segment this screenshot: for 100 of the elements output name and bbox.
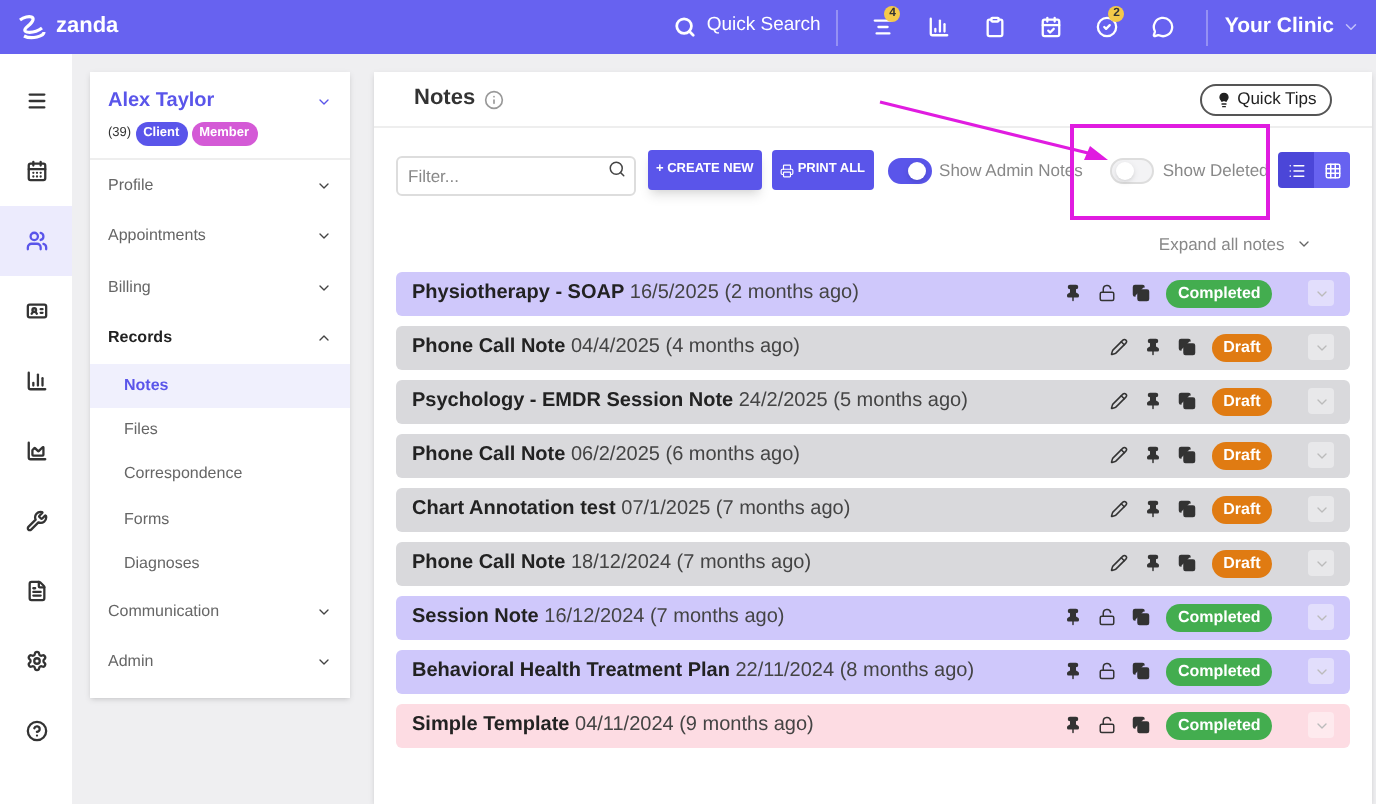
note-row[interactable]: Behavioral Health Treatment Plan 22/11/2024 (8 months ago) Completed [396,649,1351,694]
reports-icon[interactable] [927,16,950,38]
pencil-icon[interactable] [1109,392,1128,411]
unlock-icon[interactable] [1097,608,1116,627]
status-badge: Completed [1165,657,1273,686]
pencil-icon[interactable] [1109,446,1128,465]
info-icon[interactable] [483,89,504,109]
note-title: Phone Call Note 04/4/2025 (4 months ago) [412,334,800,363]
copy-icon[interactable] [1131,716,1150,735]
submenu-item[interactable]: Forms [90,497,350,542]
toggle-switch[interactable] [887,157,932,183]
calendar-icon [25,160,47,182]
view-button[interactable] [1278,152,1315,188]
note-row[interactable]: Phone Call Note 06/2/2025 (6 months ago) Draft [396,433,1351,478]
settings-icon [25,650,47,672]
unlock-icon[interactable] [1097,284,1116,303]
copy-icon[interactable] [1177,554,1196,573]
copy-icon[interactable] [1131,284,1150,303]
file-icon [25,580,47,602]
clipboard-icon[interactable] [983,16,1006,38]
search-icon[interactable] [608,160,626,178]
chat-icon[interactable] [1151,16,1174,38]
pin-icon[interactable] [1143,500,1162,519]
panel-title: Notes [414,84,476,115]
note-title: Simple Template 04/11/2024 (9 months ago) [412,712,814,741]
menu-label: Billing [108,275,151,299]
copy-icon[interactable] [1131,662,1150,681]
lightbulb-icon [1215,91,1232,107]
status-badge: Completed [1165,279,1273,308]
expand-all-link[interactable]: Expand all notes [1158,232,1285,258]
pin-icon[interactable] [1143,554,1162,573]
menu-label: Records [108,326,173,350]
submenu-item[interactable]: Correspondence [90,452,350,498]
list-icon [1287,161,1306,179]
menu-item[interactable]: Profile [90,159,350,211]
pin-icon[interactable] [1143,392,1162,411]
pin-icon[interactable] [1063,662,1082,681]
submenu-item[interactable]: Diagnoses [90,541,350,587]
caret-icon[interactable] [1342,18,1360,36]
menu-label: Profile [108,173,154,197]
copy-icon[interactable] [1177,392,1196,411]
status-badge: Completed [1165,711,1273,740]
note-row[interactable]: Physiotherapy - SOAP 16/5/2025 (2 months ago) Completed [396,271,1351,316]
note-row[interactable]: Session Note 16/12/2024 (7 months ago) Completed [396,595,1351,640]
card-icon [25,300,47,322]
copy-icon[interactable] [1131,608,1150,627]
client-name[interactable]: Alex Taylor [108,86,215,116]
pencil-icon[interactable] [1109,554,1128,573]
help-icon [25,720,47,742]
view-button[interactable] [1314,152,1351,188]
filter-field[interactable]: Filter... [396,156,636,196]
menu-label: Communication [108,599,220,624]
note-title: Chart Annotation test 07/1/2025 (7 months ago) [412,496,851,525]
pin-icon[interactable] [1063,608,1082,627]
unlock-icon[interactable] [1097,716,1116,735]
status-badge: Draft [1211,495,1273,524]
logo-icon [16,13,48,41]
chevron-icon [316,228,332,244]
menu-item[interactable]: Records [90,312,350,364]
status-badge: Completed [1165,603,1273,632]
menu-icon [25,90,47,112]
copy-icon[interactable] [1177,338,1196,357]
note-title: Physiotherapy - SOAP 16/5/2025 (2 months ago) [412,280,859,309]
submenu-item[interactable]: Files [90,408,350,453]
menu-label: Admin [108,650,154,675]
printer-icon [779,163,794,177]
note-row[interactable]: Phone Call Note 18/12/2024 (7 months ago) Draft [396,541,1351,586]
copy-icon[interactable] [1177,446,1196,465]
menu-label: Appointments [108,224,206,248]
copy-icon[interactable] [1177,500,1196,519]
submenu-item[interactable]: Notes [90,363,350,409]
logo-text: zanda [56,12,119,43]
pin-icon[interactable] [1063,284,1082,303]
menu-item[interactable]: Communication [90,586,350,638]
note-title: Session Note 16/12/2024 (7 months ago) [412,604,785,633]
note-row[interactable]: Simple Template 04/11/2024 (9 months ago) Completed [396,703,1351,748]
note-title: Psychology - EMDR Session Note 24/2/2025 (5 months ago) [412,388,968,417]
note-title: Phone Call Note 18/12/2024 (7 months ago) [412,550,812,579]
note-row[interactable]: Chart Annotation test 07/1/2025 (7 months ago) Draft [396,487,1351,532]
menu-item[interactable]: Billing [90,261,350,313]
pin-icon[interactable] [1143,446,1162,465]
note-row[interactable]: Psychology - EMDR Session Note 24/2/2025 (5 months ago) Draft [396,379,1351,424]
clinic-menu[interactable]: Your Clinic [1224,11,1334,43]
calendar-icon[interactable] [1039,16,1062,38]
pencil-icon[interactable] [1109,338,1128,357]
status-badge: Draft [1211,333,1273,362]
unlock-icon[interactable] [1097,662,1116,681]
report-icon [25,370,47,392]
pin-icon[interactable] [1063,716,1082,735]
wrench-icon [25,510,47,532]
note-title: Phone Call Note 06/2/2025 (6 months ago) [412,442,800,471]
quick-tips-button[interactable]: Quick Tips [1199,83,1333,115]
menu-item[interactable]: Appointments [90,210,350,262]
chevron-icon [316,330,332,346]
menu-item[interactable]: Admin [90,637,350,689]
pin-icon[interactable] [1143,338,1162,357]
note-row[interactable]: Phone Call Note 04/4/2025 (4 months ago) Draft [396,325,1351,370]
status-badge: Draft [1211,441,1273,470]
pencil-icon[interactable] [1109,500,1128,519]
quick-search[interactable]: Quick Search [706,12,821,42]
